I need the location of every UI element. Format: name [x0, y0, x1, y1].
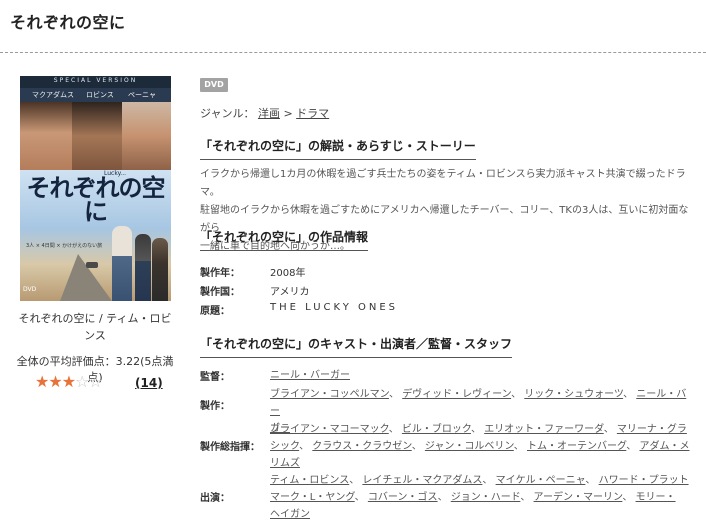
- cast-line: シック、 クラウス・クラウゼン、 ジャン・コルベリン、 トム・オーテンバーグ、 …: [270, 438, 694, 455]
- poster-dvd-mark: DVD: [23, 286, 37, 293]
- poster-name-2: ロビンス: [86, 91, 114, 99]
- cast-line: ブライアン・マコーマック、 ビル・ブロック、 エリオット・ファーワーダ、 マリー…: [270, 421, 694, 438]
- poster-top-band-text: SPECIAL VERSION: [53, 77, 138, 84]
- person-link[interactable]: ブライアン・コッペルマン: [270, 389, 389, 400]
- person-link[interactable]: ブライアン・マコーマック: [270, 424, 389, 435]
- synopsis-line-1: イラクから帰還し1カ月の休暇を過ごす兵士たちの姿をティム・ロビンスら実力派キャス…: [200, 169, 686, 198]
- poster-face-3: [122, 102, 171, 170]
- cast-label-executive-producer: 製作総指揮：: [200, 442, 260, 453]
- poster-car: [86, 262, 98, 268]
- info-label-year: 製作年：: [200, 268, 240, 279]
- genre-breadcrumb: ジャンル： 洋画 > ドラマ: [200, 105, 329, 121]
- person-link[interactable]: ビル・ブロック: [402, 424, 471, 435]
- name-separator: 、: [388, 424, 402, 435]
- cast-line: ニール・バーガー: [270, 367, 694, 384]
- name-separator: 、: [482, 475, 496, 486]
- dvd-cover-image[interactable]: SPECIAL VERSION マクアダムス ロビンス ペーニャ Lucky..…: [20, 76, 171, 301]
- person-link[interactable]: マーク・L・ヤング: [270, 492, 355, 503]
- info-label-country: 製作国：: [200, 287, 240, 298]
- cast-value-director: ニール・バーガー: [270, 367, 694, 384]
- name-separator: 、: [513, 441, 527, 452]
- person-link[interactable]: クラウス・クラウゼン: [312, 441, 411, 452]
- star-full-icon: ★★★: [35, 372, 76, 391]
- cast-label-starring: 出演：: [200, 493, 230, 504]
- person-link[interactable]: ジャン・コルベリン: [425, 441, 514, 452]
- person-link[interactable]: ジョン・ハード: [451, 492, 521, 503]
- name-separator: 、: [411, 441, 425, 452]
- name-separator: 、: [511, 389, 525, 400]
- name-separator: 、: [389, 389, 403, 400]
- cast-value-starring: ティム・ロビンス、 レイチェル・マクアダムス、 マイケル・ペーニャ、 ハワード・…: [270, 472, 694, 520]
- genre-separator: >: [283, 107, 293, 120]
- cast-line: ブライアン・コッペルマン、 デヴィッド・レヴィーン、 リック・シュウォーツ、 ニ…: [270, 386, 694, 420]
- title-divider: [0, 52, 706, 53]
- media-type-badge: DVD: [200, 78, 228, 92]
- person-link[interactable]: コバーン・ゴス: [368, 492, 438, 503]
- page-title: それぞれの空に: [10, 13, 126, 32]
- cast-line: マーク・L・ヤング、 コバーン・ゴス、 ジョン・ハード、 アーデン・マーリン、 …: [270, 489, 694, 506]
- person-link[interactable]: マリーナ・グラ: [617, 424, 687, 435]
- info-label-original-title: 原題：: [200, 306, 230, 317]
- poster-title: それぞれの空に: [26, 173, 166, 226]
- star-empty-icon: ☆☆: [75, 372, 103, 391]
- person-link[interactable]: マイケル・ペーニャ: [496, 475, 586, 486]
- cast-heading: 「それぞれの空に」のキャスト・出演者／監督・スタッフ: [200, 335, 513, 358]
- poster-road: [60, 254, 112, 301]
- person-link[interactable]: アーデン・マーリン: [534, 492, 623, 503]
- review-count-value: 14: [140, 376, 158, 390]
- cast-value-executive-producer: ブライアン・マコーマック、 ビル・ブロック、 エリオット・ファーワーダ、 マリー…: [270, 421, 694, 472]
- info-heading: 「それぞれの空に」の作品情報: [200, 228, 369, 251]
- name-separator: 、: [299, 441, 313, 452]
- poster-name-3: ペーニャ: [128, 91, 156, 99]
- cast-line: リムズ: [270, 455, 694, 472]
- cast-line: ティム・ロビンス、 レイチェル・マクアダムス、 マイケル・ペーニャ、 ハワード・…: [270, 472, 694, 489]
- person-link[interactable]: シック: [270, 441, 299, 452]
- genre-label: ジャンル：: [200, 107, 255, 120]
- genre-link-secondary[interactable]: ドラマ: [296, 107, 329, 120]
- name-separator: 、: [623, 389, 637, 400]
- poster-name-1: マクアダムス: [32, 91, 74, 99]
- person-link[interactable]: リック・シュウォーツ: [524, 389, 623, 400]
- person-link[interactable]: ヘイガン: [270, 509, 310, 520]
- name-separator: 、: [585, 475, 599, 486]
- poster-face-1: [20, 102, 72, 170]
- cast-label-director: 監督：: [200, 372, 230, 383]
- name-separator: 、: [622, 492, 636, 503]
- name-separator: 、: [471, 424, 485, 435]
- poster-face-2: [72, 102, 122, 170]
- name-separator: 、: [520, 492, 534, 503]
- person-link[interactable]: リムズ: [270, 458, 300, 469]
- poster-figure-1: [112, 226, 132, 301]
- name-separator: 、: [603, 424, 617, 435]
- name-separator: 、: [354, 492, 368, 503]
- person-link[interactable]: デヴィッド・レヴィーン: [402, 389, 511, 400]
- person-link[interactable]: レイチェル・マクアダムス: [362, 475, 482, 486]
- name-separator: 、: [626, 441, 640, 452]
- info-value-original-title: THE LUCKY ONES: [270, 302, 399, 313]
- poster-figure-2: [135, 234, 151, 301]
- poster-tagline: 3人 × 4日間 × かけがえのない旅: [26, 243, 103, 249]
- person-link[interactable]: ティム・ロビンス: [270, 475, 349, 486]
- person-link[interactable]: モリー・: [636, 492, 676, 503]
- synopsis-heading: 「それぞれの空に」の解説・あらすじ・ストーリー: [200, 137, 476, 160]
- cast-label-producer: 製作：: [200, 401, 230, 412]
- person-link[interactable]: ハワード・プラット: [599, 475, 689, 486]
- poster-top-band: SPECIAL VERSION: [20, 76, 171, 88]
- cast-line: ヘイガン: [270, 506, 694, 520]
- person-link[interactable]: アダム・メ: [639, 441, 689, 452]
- review-count-link[interactable]: (14): [135, 376, 163, 390]
- poster-cast-names: マクアダムス ロビンス ペーニャ: [20, 88, 171, 102]
- info-value-country: アメリカ: [270, 287, 310, 298]
- person-link[interactable]: トム・オーテンバーグ: [527, 441, 626, 452]
- poster-faces: [20, 102, 171, 170]
- info-value-year: 2008年: [270, 268, 306, 279]
- person-link[interactable]: エリオット・ファーワーダ: [484, 424, 604, 435]
- title-cast-caption: それぞれの空に / ティム・ロビンス: [18, 312, 172, 342]
- genre-link-primary[interactable]: 洋画: [258, 107, 280, 120]
- name-separator: 、: [349, 475, 363, 486]
- rating-stars: ★★★☆☆: [35, 372, 103, 391]
- name-separator: 、: [437, 492, 451, 503]
- poster-figure-3: [152, 238, 168, 301]
- person-link[interactable]: ニール・バーガー: [270, 370, 350, 381]
